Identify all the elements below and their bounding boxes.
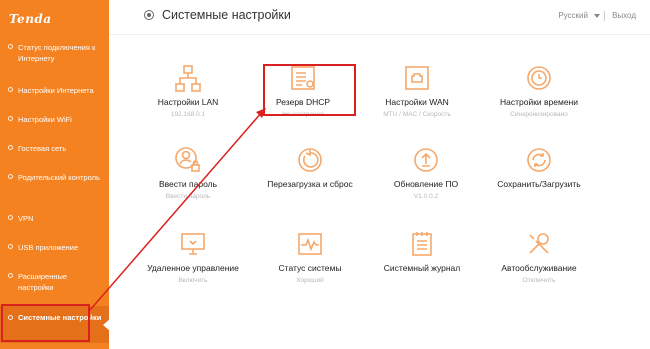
system-log-icon [407, 229, 437, 259]
chevron-down-icon[interactable] [594, 14, 600, 18]
tile-backup-restore[interactable]: Сохранить/Загрузить [479, 145, 599, 193]
sidebar-item-vpn[interactable]: VPN [0, 213, 109, 224]
tile-label: Настройки времени [499, 97, 579, 107]
tile-label: Системный журнал [383, 263, 461, 273]
dhcp-highlight-box [263, 64, 356, 116]
sidebar-item-label: Расширенные настройки [18, 272, 68, 292]
sidebar-item-internet[interactable]: Настройки Интернета [0, 85, 109, 96]
tile-time-settings[interactable]: Настройки времени Синхронизировано [479, 63, 599, 118]
tile-status: Ввести пароль [165, 193, 211, 200]
tile-wan-settings[interactable]: Настройки WAN MTU / MAC / Скорость [357, 63, 477, 118]
menu-highlight-box [1, 304, 90, 342]
internet-icon [8, 87, 13, 92]
header: Системные настройки Русский Выход [109, 0, 650, 35]
sidebar-item-label: Настройки WiFi [18, 115, 72, 124]
sidebar-item-wifi[interactable]: Настройки WiFi [0, 114, 109, 125]
lan-icon [173, 63, 203, 93]
advanced-icon [8, 273, 13, 278]
active-pointer [103, 319, 110, 331]
tile-status: MTU / MAC / Скорость [383, 111, 451, 118]
backup-icon [524, 145, 554, 175]
logout-link[interactable]: Выход [612, 11, 636, 20]
sidebar: Tenda Статус подключения к Интернету Нас… [0, 0, 110, 349]
password-icon [173, 145, 203, 175]
firmware-icon [411, 145, 441, 175]
page-title: Системные настройки [162, 8, 291, 22]
tile-label: Статус системы [278, 263, 342, 273]
sidebar-item-label: Родительский контроль [18, 173, 100, 182]
tile-auto-maintenance[interactable]: Автообслуживание Отключить [479, 229, 599, 284]
language-select[interactable]: Русский [558, 11, 588, 20]
tile-label: Ввести пароль [158, 179, 218, 189]
sidebar-item-label: Гостевая сеть [18, 144, 67, 153]
status-icon [8, 44, 13, 49]
tile-remote-management[interactable]: Удаленное управление Включить [133, 229, 253, 284]
tile-status: V1.0.0.2 [413, 193, 439, 200]
tile-lan-settings[interactable]: Настройки LAN 192.168.0.1 [128, 63, 248, 118]
tile-label: Настройки WAN [385, 97, 449, 107]
sidebar-item-parental[interactable]: Родительский контроль [0, 172, 109, 183]
tile-system-log[interactable]: Системный журнал [362, 229, 482, 277]
tile-label: Автообслуживание [501, 263, 577, 273]
sidebar-item-label: VPN [18, 214, 34, 223]
tile-status: Хороший [296, 277, 324, 284]
tile-label: Сохранить/Загрузить [497, 179, 581, 189]
sidebar-item-advanced[interactable]: Расширенные настройки [0, 271, 109, 293]
sidebar-item-label: USB приложение [18, 243, 79, 252]
remote-management-icon [178, 229, 208, 259]
system-status-icon [295, 229, 325, 259]
tile-system-status[interactable]: Статус системы Хороший [250, 229, 370, 284]
usb-icon [8, 244, 13, 249]
parental-control-icon [8, 174, 13, 179]
tile-password[interactable]: Ввести пароль Ввести пароль [128, 145, 248, 200]
tile-reboot-reset[interactable]: Перезагрузка и сброс [250, 145, 370, 193]
reboot-icon [295, 145, 325, 175]
tile-status: Отключить [522, 277, 556, 284]
wan-icon [402, 63, 432, 93]
tile-label: Обновление ПО [393, 179, 459, 189]
wifi-icon [8, 116, 13, 121]
sidebar-item-connection-status[interactable]: Статус подключения к Интернету [0, 42, 109, 64]
clock-icon [524, 63, 554, 93]
tile-label: Перезагрузка и сброс [267, 179, 353, 189]
settings-icon [144, 10, 154, 20]
tile-status: Синхронизировано [510, 111, 568, 118]
tile-status: Включить [178, 277, 208, 284]
vpn-icon [8, 215, 13, 220]
tile-label: Удаленное управление [147, 263, 239, 273]
tile-label: Настройки LAN [157, 97, 219, 107]
sidebar-item-guest[interactable]: Гостевая сеть [0, 143, 109, 154]
guest-network-icon [8, 145, 13, 150]
sidebar-item-usb[interactable]: USB приложение [0, 242, 109, 253]
tile-firmware-upgrade[interactable]: Обновление ПО V1.0.0.2 [366, 145, 486, 200]
sidebar-item-label: Настройки Интернета [18, 86, 94, 95]
divider [604, 11, 605, 21]
sidebar-item-label: Статус подключения к Интернету [18, 43, 96, 63]
auto-maintenance-icon [524, 229, 554, 259]
tenda-logo: Tenda [9, 12, 52, 26]
tile-status: 192.168.0.1 [170, 111, 206, 118]
